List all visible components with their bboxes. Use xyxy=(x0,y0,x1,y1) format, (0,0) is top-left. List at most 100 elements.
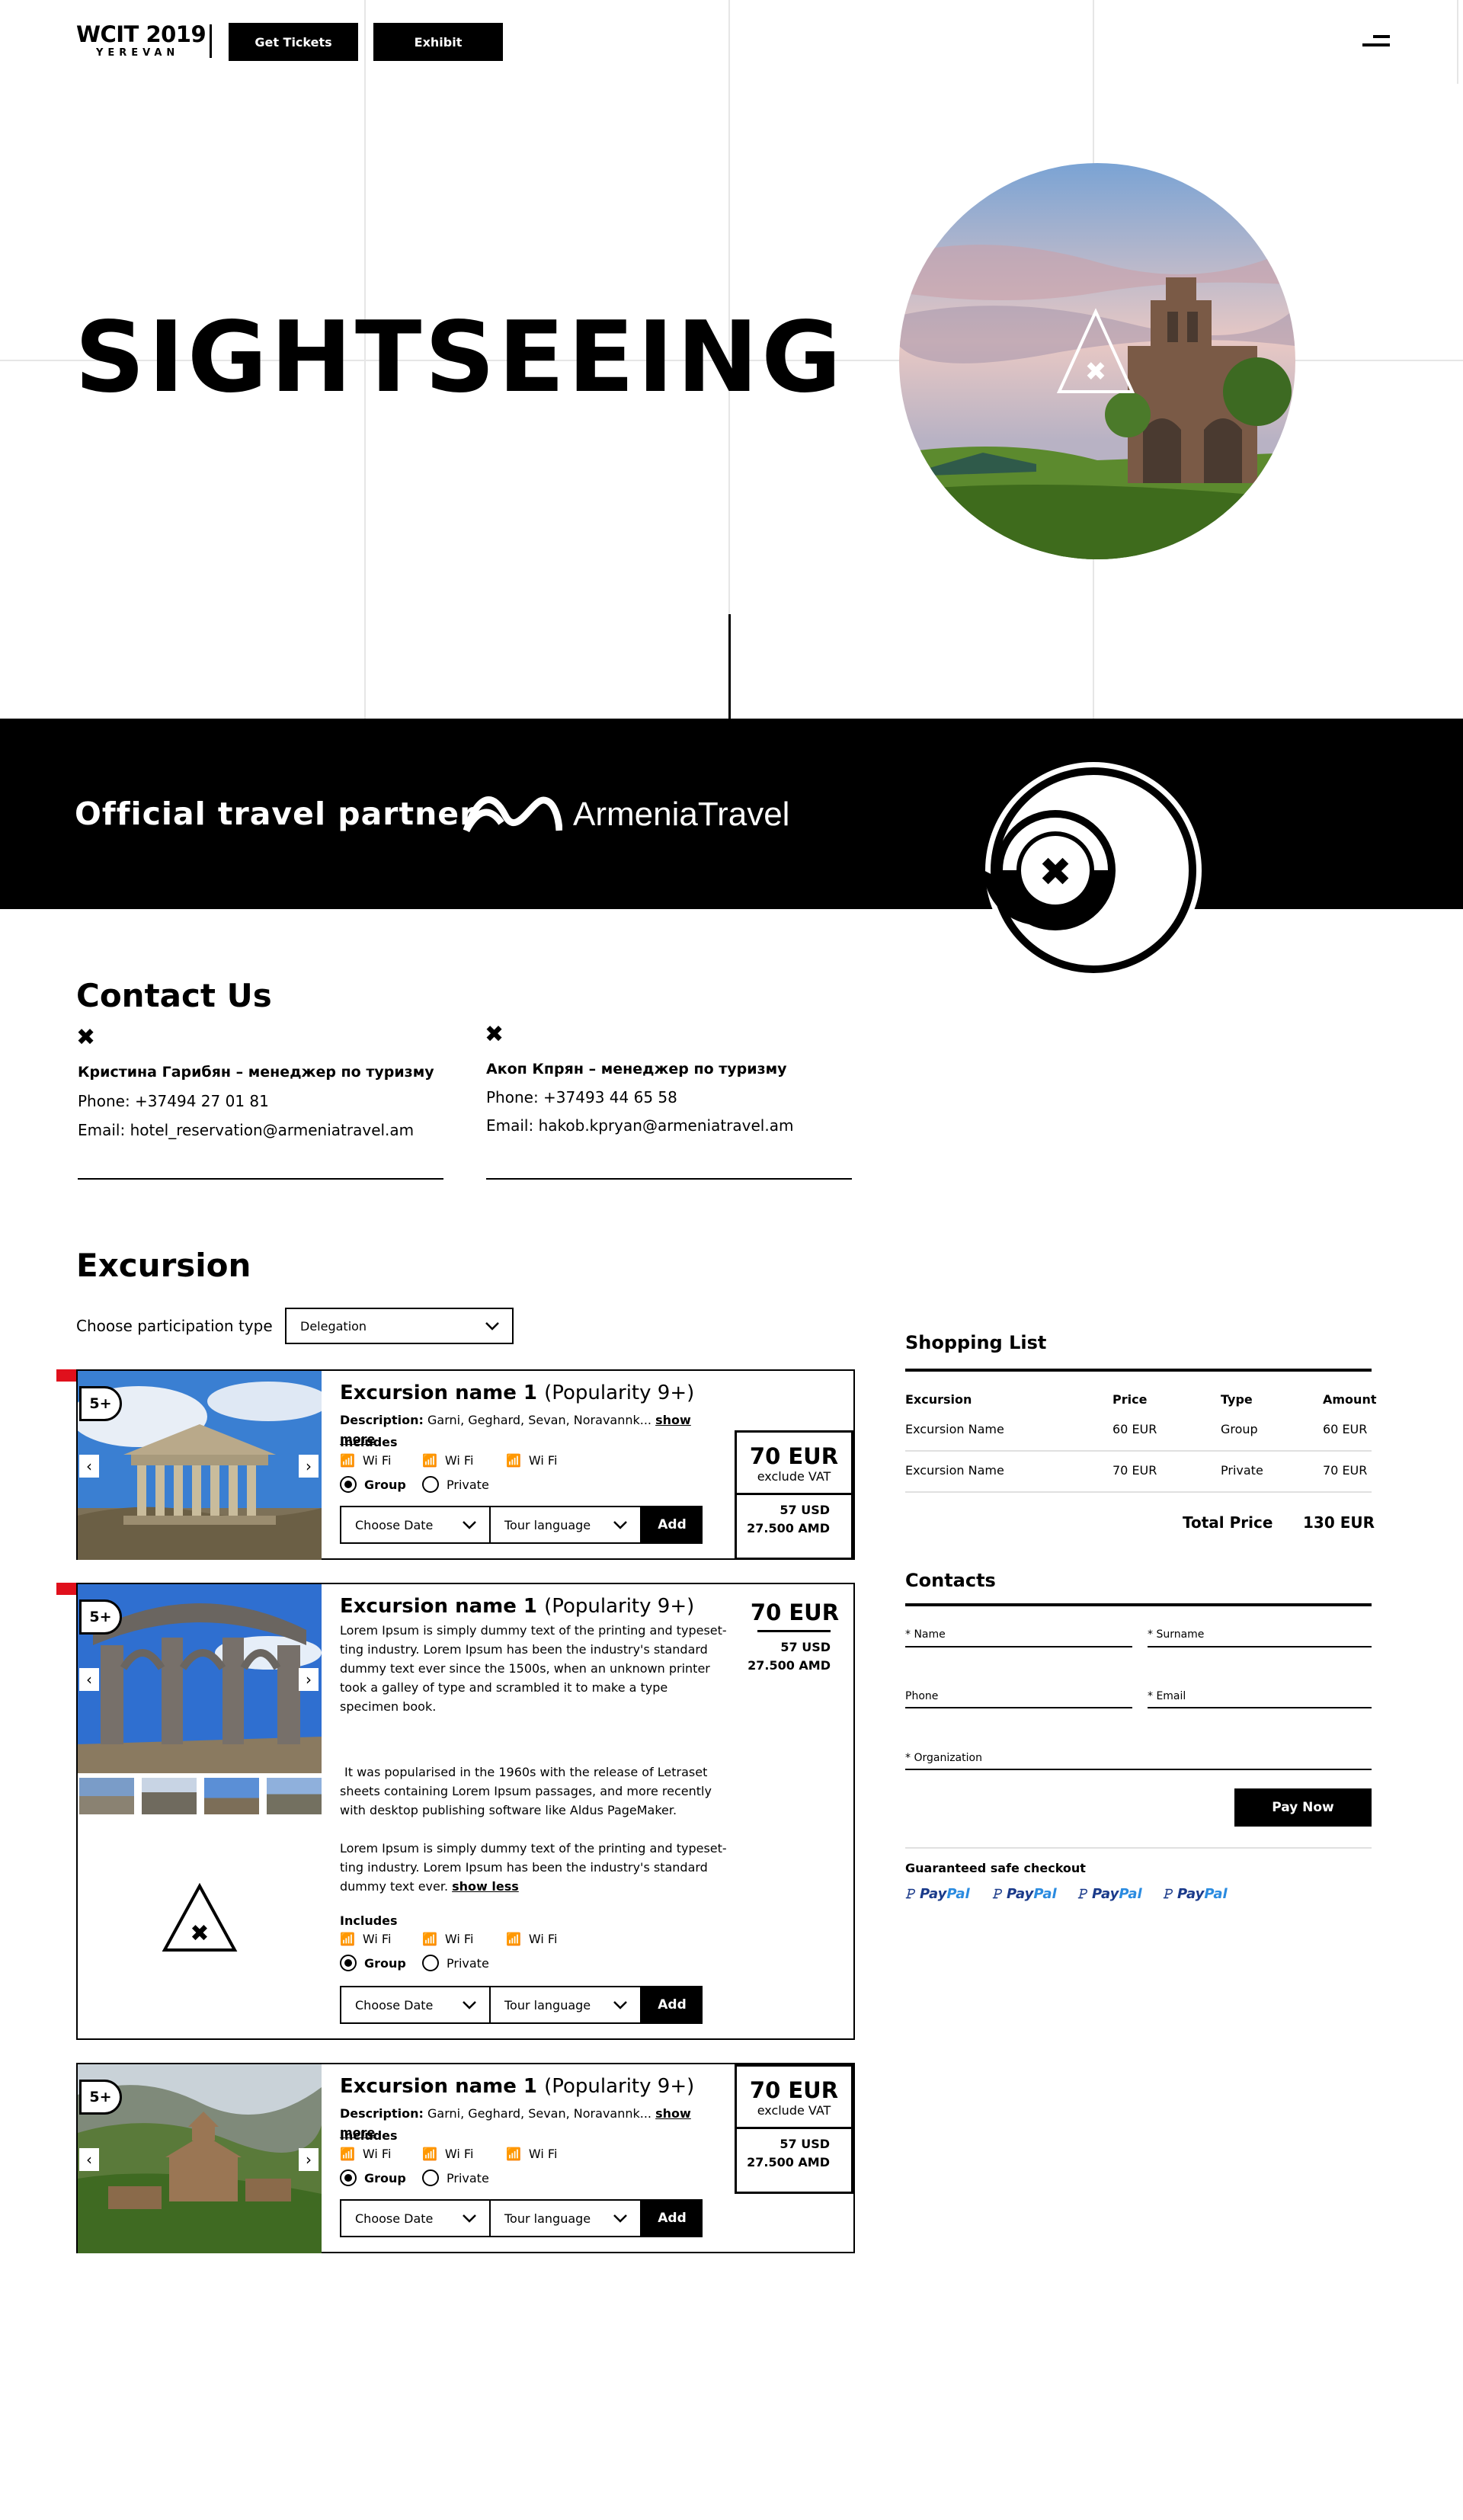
thumbnail[interactable] xyxy=(79,1778,134,1814)
participation-value: Delegation xyxy=(300,1318,367,1334)
excursion-name: Excursion name 1 (Popularity 9+) xyxy=(340,1382,695,1404)
add-button[interactable]: Add xyxy=(642,1506,703,1544)
table-header: Price xyxy=(1112,1392,1148,1407)
paypal-logo: 𝙿 PayPal xyxy=(1163,1886,1228,1902)
excursion-description: Lorem Ipsum is simply dummy text of the … xyxy=(340,1841,727,1894)
choose-date-select[interactable]: Choose Date xyxy=(340,2199,491,2237)
row-divider xyxy=(905,1491,1372,1493)
checkout-divider xyxy=(905,1847,1372,1849)
chevron-down-icon xyxy=(613,2211,628,2226)
radio-unchecked xyxy=(422,2169,439,2186)
private-radio[interactable]: Private xyxy=(422,1955,489,1971)
svg-text:✖: ✖ xyxy=(1039,850,1072,895)
logo-title[interactable]: WCIT 2019 xyxy=(76,21,206,47)
chevron-down-icon xyxy=(485,1319,500,1334)
radio-checked xyxy=(340,1476,357,1493)
name-field[interactable] xyxy=(905,1646,1132,1647)
organization-field[interactable] xyxy=(905,1769,1372,1770)
paypal-icon: 𝙿 xyxy=(1077,1886,1087,1902)
paypal-logo: 𝙿 PayPal xyxy=(905,1886,970,1902)
table-cell: 60 EUR xyxy=(1112,1422,1157,1436)
participation-select[interactable]: Delegation xyxy=(285,1308,514,1344)
tour-language-select[interactable]: Tour language xyxy=(489,2199,642,2237)
name-field-label: * Name xyxy=(905,1628,946,1641)
hero-divider xyxy=(728,614,731,719)
organization-field-label: * Organization xyxy=(905,1752,982,1764)
wifi-icon: 📶 xyxy=(506,2147,521,2161)
choose-date-select[interactable]: Choose Date xyxy=(340,1986,491,2024)
surname-field[interactable] xyxy=(1148,1646,1372,1647)
price-amd: 27.500 AMD xyxy=(747,2155,830,2169)
wifi-icon: 📶 xyxy=(340,2147,355,2161)
price-usd: 57 USD xyxy=(780,1640,831,1654)
amenity-wifi: 📶 Wi Fi xyxy=(340,1453,392,1468)
thumbnail[interactable] xyxy=(267,1778,322,1814)
includes-label: Includes xyxy=(340,1913,398,1928)
contact-email[interactable]: Email: hotel_reservation@armeniatravel.a… xyxy=(78,1121,414,1139)
wifi-icon: 📶 xyxy=(506,1453,521,1468)
contact-name: Акоп Кпрян – менеджер по туризму xyxy=(486,1061,787,1077)
tour-language-select[interactable]: Tour language xyxy=(489,1986,642,2024)
excursion-popularity: (Popularity 9+) xyxy=(544,1382,695,1404)
price-eur: 70 EUR xyxy=(749,2077,839,2103)
excursion-popularity: (Popularity 9+) xyxy=(544,1595,695,1618)
pay-now-button[interactable]: Pay Now xyxy=(1234,1788,1372,1827)
add-button[interactable]: Add xyxy=(642,1986,703,2024)
hamburger-menu-icon[interactable] xyxy=(1362,35,1390,49)
partner-label: Official travel partner xyxy=(75,796,476,832)
price-amd: 27.500 AMD xyxy=(747,1521,830,1535)
excursion-popularity: (Popularity 9+) xyxy=(544,2075,695,2098)
paypal-icon: 𝙿 xyxy=(905,1886,915,1902)
choose-date-select[interactable]: Choose Date xyxy=(340,1506,491,1544)
amenity-wifi: 📶 Wi Fi xyxy=(506,1453,558,1468)
private-radio[interactable]: Private xyxy=(422,2169,489,2186)
radio-unchecked xyxy=(422,1476,439,1493)
get-tickets-button[interactable]: Get Tickets xyxy=(229,23,358,61)
thumbnail[interactable] xyxy=(142,1778,197,1814)
contact-x-icon: ✖ xyxy=(76,1024,96,1051)
contact-divider xyxy=(486,1178,852,1180)
table-header: Excursion xyxy=(905,1392,972,1407)
email-field[interactable] xyxy=(1148,1707,1372,1708)
prev-image-arrow-icon[interactable]: ‹ xyxy=(79,1455,99,1478)
tour-language-select[interactable]: Tour language xyxy=(489,1506,642,1544)
participation-label: Choose participation type xyxy=(76,1317,273,1335)
wifi-icon: 📶 xyxy=(340,1453,355,1468)
amenity-wifi: 📶 Wi Fi xyxy=(506,1932,558,1946)
show-less-link[interactable]: show less xyxy=(452,1879,519,1894)
safe-checkout-label: Guaranteed safe checkout xyxy=(905,1861,1086,1875)
email-field-label: * Email xyxy=(1148,1690,1186,1702)
radio-unchecked xyxy=(422,1955,439,1971)
prev-image-arrow-icon[interactable]: ‹ xyxy=(79,1668,99,1691)
contact-email[interactable]: Email: hakob.kpryan@armeniatravel.am xyxy=(486,1116,793,1135)
phone-field-label: Phone xyxy=(905,1690,939,1702)
price-divider xyxy=(737,1493,851,1495)
price-divider xyxy=(737,2127,851,2129)
price-divider xyxy=(757,1630,831,1632)
triangle-x-icon: ✖ xyxy=(162,1882,238,1956)
table-cell: Excursion Name xyxy=(905,1463,1004,1478)
next-image-arrow-icon[interactable]: › xyxy=(299,2148,319,2171)
table-header: Type xyxy=(1221,1392,1253,1407)
next-image-arrow-icon[interactable]: › xyxy=(299,1455,319,1478)
add-button[interactable]: Add xyxy=(642,2199,703,2237)
next-image-arrow-icon[interactable]: › xyxy=(299,1668,319,1691)
thumbnail[interactable] xyxy=(204,1778,259,1814)
phone-field[interactable] xyxy=(905,1707,1132,1708)
private-radio[interactable]: Private xyxy=(422,1476,489,1493)
page-title: SIGHTSEEING xyxy=(75,301,845,415)
prev-image-arrow-icon[interactable]: ‹ xyxy=(79,2148,99,2171)
paypal-icon: 𝙿 xyxy=(992,1886,1002,1902)
amenity-wifi: 📶 Wi Fi xyxy=(422,1932,474,1946)
group-radio[interactable]: Group xyxy=(340,1955,406,1971)
wcit-emblem-icon: ✖ xyxy=(979,756,1208,988)
exhibit-button[interactable]: Exhibit xyxy=(373,23,503,61)
group-radio[interactable]: Group xyxy=(340,2169,406,2186)
price-vat-note: exclude VAT xyxy=(757,2103,831,2118)
price-eur: 70 EUR xyxy=(749,1443,839,1469)
table-cell: 70 EUR xyxy=(1323,1463,1368,1478)
chevron-down-icon xyxy=(462,1518,477,1532)
contact-phone: Phone: +37494 27 01 81 xyxy=(78,1092,269,1110)
price-vat-note: exclude VAT xyxy=(757,1469,831,1484)
group-radio[interactable]: Group xyxy=(340,1476,406,1493)
